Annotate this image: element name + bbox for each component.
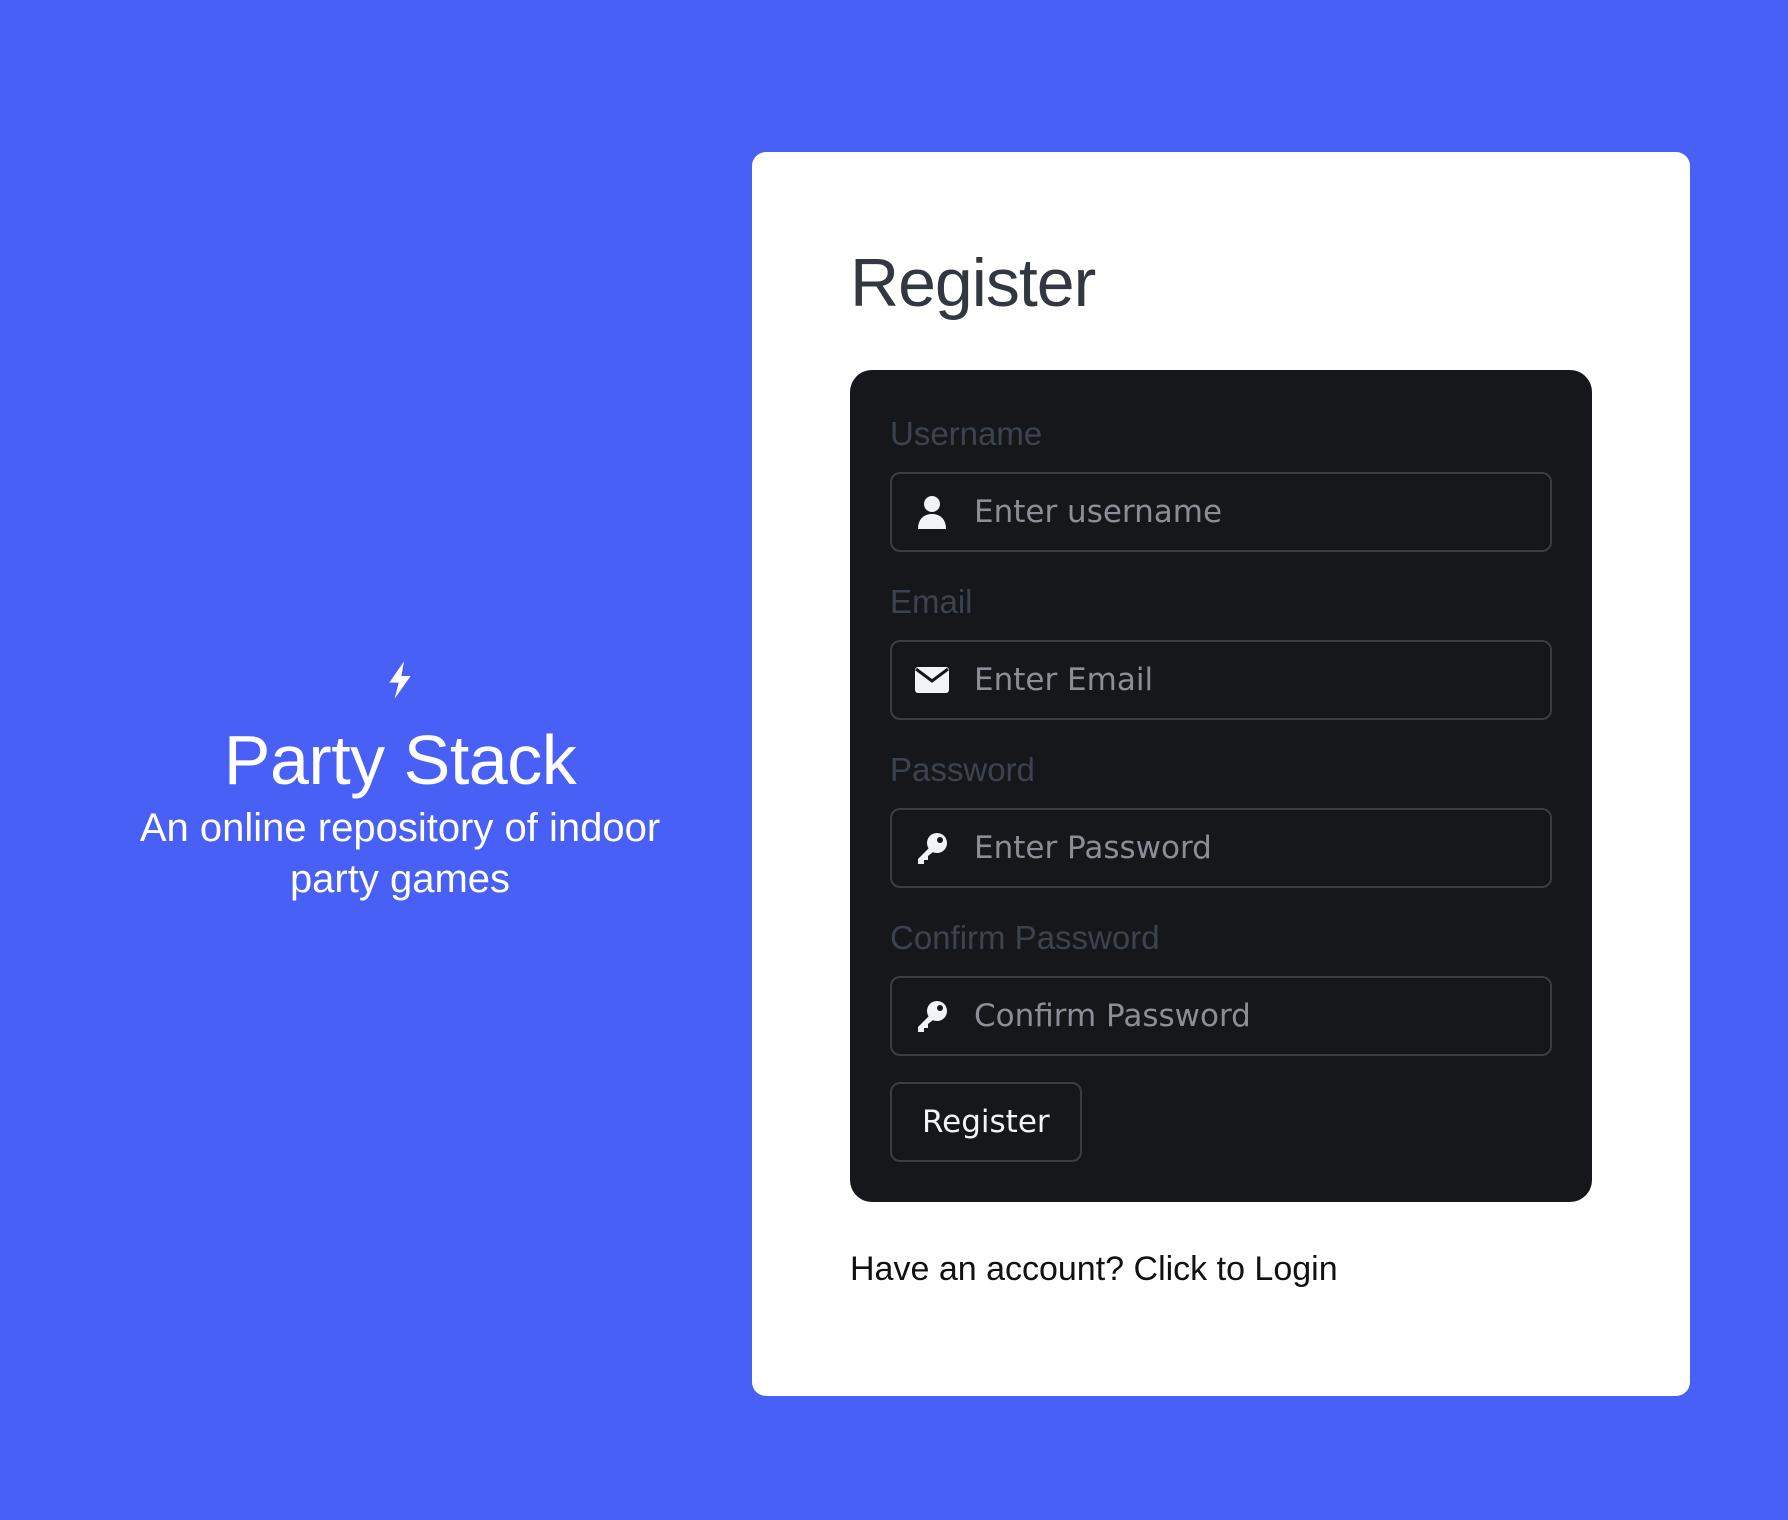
page-title: Register bbox=[850, 245, 1096, 321]
login-link[interactable]: Have an account? Click to Login bbox=[850, 1250, 1338, 1289]
register-button[interactable]: Register bbox=[890, 1082, 1082, 1162]
confirm-password-group: Confirm Password bbox=[890, 918, 1552, 1056]
password-label: Password bbox=[890, 751, 1035, 788]
brand-tagline: An online repository of indoor party gam… bbox=[139, 806, 661, 902]
lightning-bolt-icon bbox=[389, 661, 411, 699]
username-input[interactable] bbox=[972, 474, 1550, 550]
register-form: Username Email bbox=[850, 370, 1592, 1202]
email-label: Email bbox=[890, 583, 973, 620]
envelope-icon bbox=[892, 642, 972, 718]
username-input-wrapper bbox=[890, 472, 1552, 552]
key-icon bbox=[892, 810, 972, 886]
password-input-wrapper bbox=[890, 808, 1552, 888]
username-label: Username bbox=[890, 415, 1043, 452]
confirm-password-input[interactable] bbox=[972, 978, 1550, 1054]
brand-name: Party Stack bbox=[223, 721, 577, 799]
email-group: Email bbox=[890, 582, 1552, 720]
password-input[interactable] bbox=[972, 810, 1550, 886]
email-input[interactable] bbox=[972, 642, 1550, 718]
email-input-wrapper bbox=[890, 640, 1552, 720]
username-group: Username bbox=[890, 414, 1552, 552]
brand-section: Party Stack An online repository of indo… bbox=[80, 660, 720, 905]
confirm-password-input-wrapper bbox=[890, 976, 1552, 1056]
confirm-password-label: Confirm Password bbox=[890, 919, 1160, 956]
register-card: Register Username Email bbox=[752, 152, 1690, 1396]
key-icon bbox=[892, 978, 972, 1054]
user-icon bbox=[892, 474, 972, 550]
password-group: Password bbox=[890, 750, 1552, 888]
